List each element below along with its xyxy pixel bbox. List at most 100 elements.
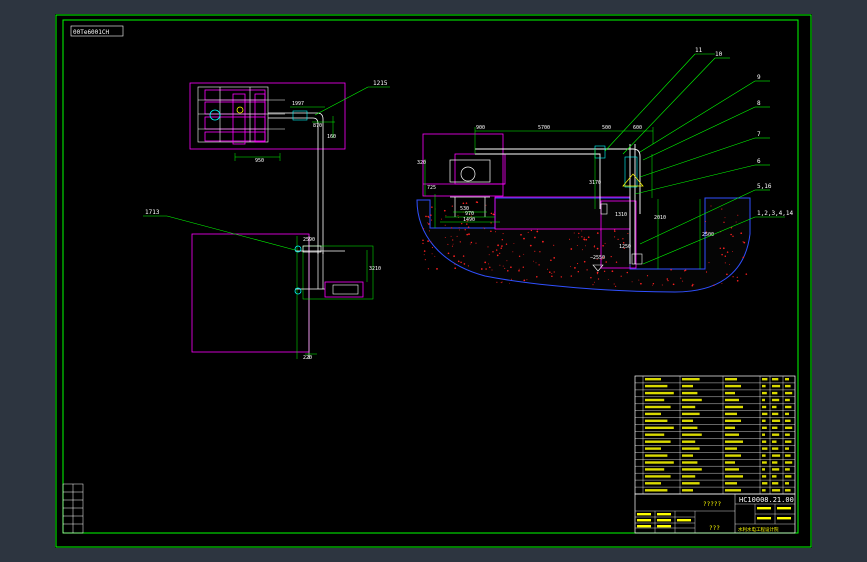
soil-dot bbox=[646, 275, 649, 277]
soil-dot bbox=[451, 205, 453, 207]
title-cell-mark bbox=[657, 525, 671, 528]
soil-dot bbox=[691, 284, 694, 287]
soil-dot bbox=[529, 244, 532, 247]
soil-dot bbox=[425, 215, 427, 218]
soil-dot bbox=[640, 282, 642, 285]
soil-dot bbox=[577, 263, 579, 265]
soil-dot bbox=[585, 238, 588, 241]
title-cell-mark bbox=[657, 519, 671, 522]
dim-870: 870 bbox=[313, 123, 322, 129]
parts-cell-mark bbox=[645, 405, 671, 409]
parts-cell-mark bbox=[645, 454, 668, 457]
soil-dot bbox=[732, 276, 734, 278]
parts-cell-mark bbox=[645, 482, 661, 485]
soil-dot bbox=[539, 251, 541, 253]
parts-cell-mark bbox=[682, 384, 693, 388]
soil-dot bbox=[593, 246, 596, 248]
soil-dot bbox=[495, 249, 498, 251]
soil-dot bbox=[462, 255, 465, 257]
soil-dot bbox=[512, 251, 514, 253]
soil-dot bbox=[501, 281, 503, 283]
soil-dot bbox=[614, 285, 617, 287]
title-cell-mark bbox=[637, 525, 651, 528]
soil-dot bbox=[661, 284, 663, 286]
soil-dot bbox=[426, 222, 428, 224]
parts-cell-mark bbox=[645, 440, 671, 443]
soil-dot bbox=[422, 239, 424, 242]
soil-dot bbox=[468, 233, 470, 235]
soil-dot bbox=[569, 265, 571, 267]
soil-dot bbox=[487, 246, 489, 248]
soil-dot bbox=[499, 264, 501, 266]
soil-dot bbox=[682, 280, 684, 282]
soil-dot bbox=[453, 255, 455, 257]
soil-dot bbox=[469, 243, 471, 245]
soil-dot bbox=[585, 245, 586, 247]
parts-cell-mark bbox=[762, 433, 765, 436]
dim-500: 500 bbox=[602, 125, 611, 131]
soil-dot bbox=[431, 219, 433, 221]
soil-dot bbox=[693, 284, 695, 286]
dim-160: 160 bbox=[327, 134, 336, 140]
dim-3170: 3170 bbox=[589, 180, 601, 186]
parts-cell-mark bbox=[772, 461, 778, 464]
soil-dot bbox=[549, 271, 551, 273]
parts-cell-mark bbox=[785, 426, 793, 429]
parts-cell-mark bbox=[772, 433, 780, 436]
soil-dot bbox=[466, 223, 468, 225]
parts-cell-mark bbox=[772, 412, 779, 416]
title-block: HC10008.21.00 ????? ??? 水利水电工程设计院 bbox=[634, 493, 796, 534]
soil-dot bbox=[431, 247, 433, 249]
parts-cell-mark bbox=[645, 419, 668, 422]
soil-dot bbox=[431, 253, 433, 255]
soil-dot bbox=[509, 282, 511, 284]
parts-cell-mark bbox=[785, 475, 792, 478]
title-cell-mark bbox=[637, 513, 651, 516]
soil-dot bbox=[450, 235, 452, 237]
parts-cell-mark bbox=[725, 447, 737, 450]
soil-dot bbox=[670, 268, 672, 271]
parts-cell-mark bbox=[682, 398, 702, 402]
parts-cell-mark bbox=[645, 378, 661, 381]
soil-dot bbox=[568, 238, 571, 240]
soil-dot bbox=[610, 255, 612, 258]
parts-cell-mark bbox=[725, 405, 743, 409]
soil-dot bbox=[504, 267, 506, 269]
dim-220: 220 bbox=[303, 355, 312, 361]
parts-cell-mark bbox=[645, 426, 674, 429]
parts-cell-mark bbox=[645, 489, 668, 492]
parts-cell-mark bbox=[725, 440, 743, 443]
soil-dot bbox=[456, 235, 458, 237]
soil-dot bbox=[583, 239, 586, 241]
callout-1-14: 1,2,3,4,14 bbox=[757, 210, 794, 217]
title-cell-mark bbox=[677, 519, 691, 522]
parts-cell-mark bbox=[762, 454, 766, 457]
soil-dot bbox=[506, 260, 508, 262]
callout-7: 7 bbox=[757, 131, 761, 138]
soil-dot bbox=[490, 222, 492, 224]
parts-cell-mark bbox=[725, 454, 741, 457]
soil-dot bbox=[550, 259, 552, 262]
soil-dot bbox=[465, 202, 468, 204]
soil-dot bbox=[423, 250, 426, 252]
parts-cell-mark bbox=[762, 398, 765, 402]
parts-cell-mark bbox=[762, 468, 765, 471]
soil-dot bbox=[428, 223, 430, 225]
soil-dot bbox=[461, 222, 463, 225]
soil-dot bbox=[444, 237, 446, 239]
soil-dot bbox=[496, 254, 499, 257]
soil-dot bbox=[607, 279, 609, 281]
soil-dot bbox=[443, 209, 446, 212]
soil-dot bbox=[602, 245, 604, 247]
soil-dot bbox=[605, 261, 607, 263]
soil-dot bbox=[742, 256, 745, 259]
soil-dot bbox=[730, 233, 732, 236]
parts-cell-mark bbox=[785, 398, 790, 402]
parts-cell-mark bbox=[772, 468, 780, 471]
soil-dot bbox=[431, 206, 433, 208]
soil-dot bbox=[424, 259, 426, 261]
soil-dot bbox=[538, 264, 540, 266]
soil-dot bbox=[622, 238, 624, 240]
parts-cell-mark bbox=[725, 384, 741, 388]
parts-cell-mark bbox=[785, 454, 791, 457]
